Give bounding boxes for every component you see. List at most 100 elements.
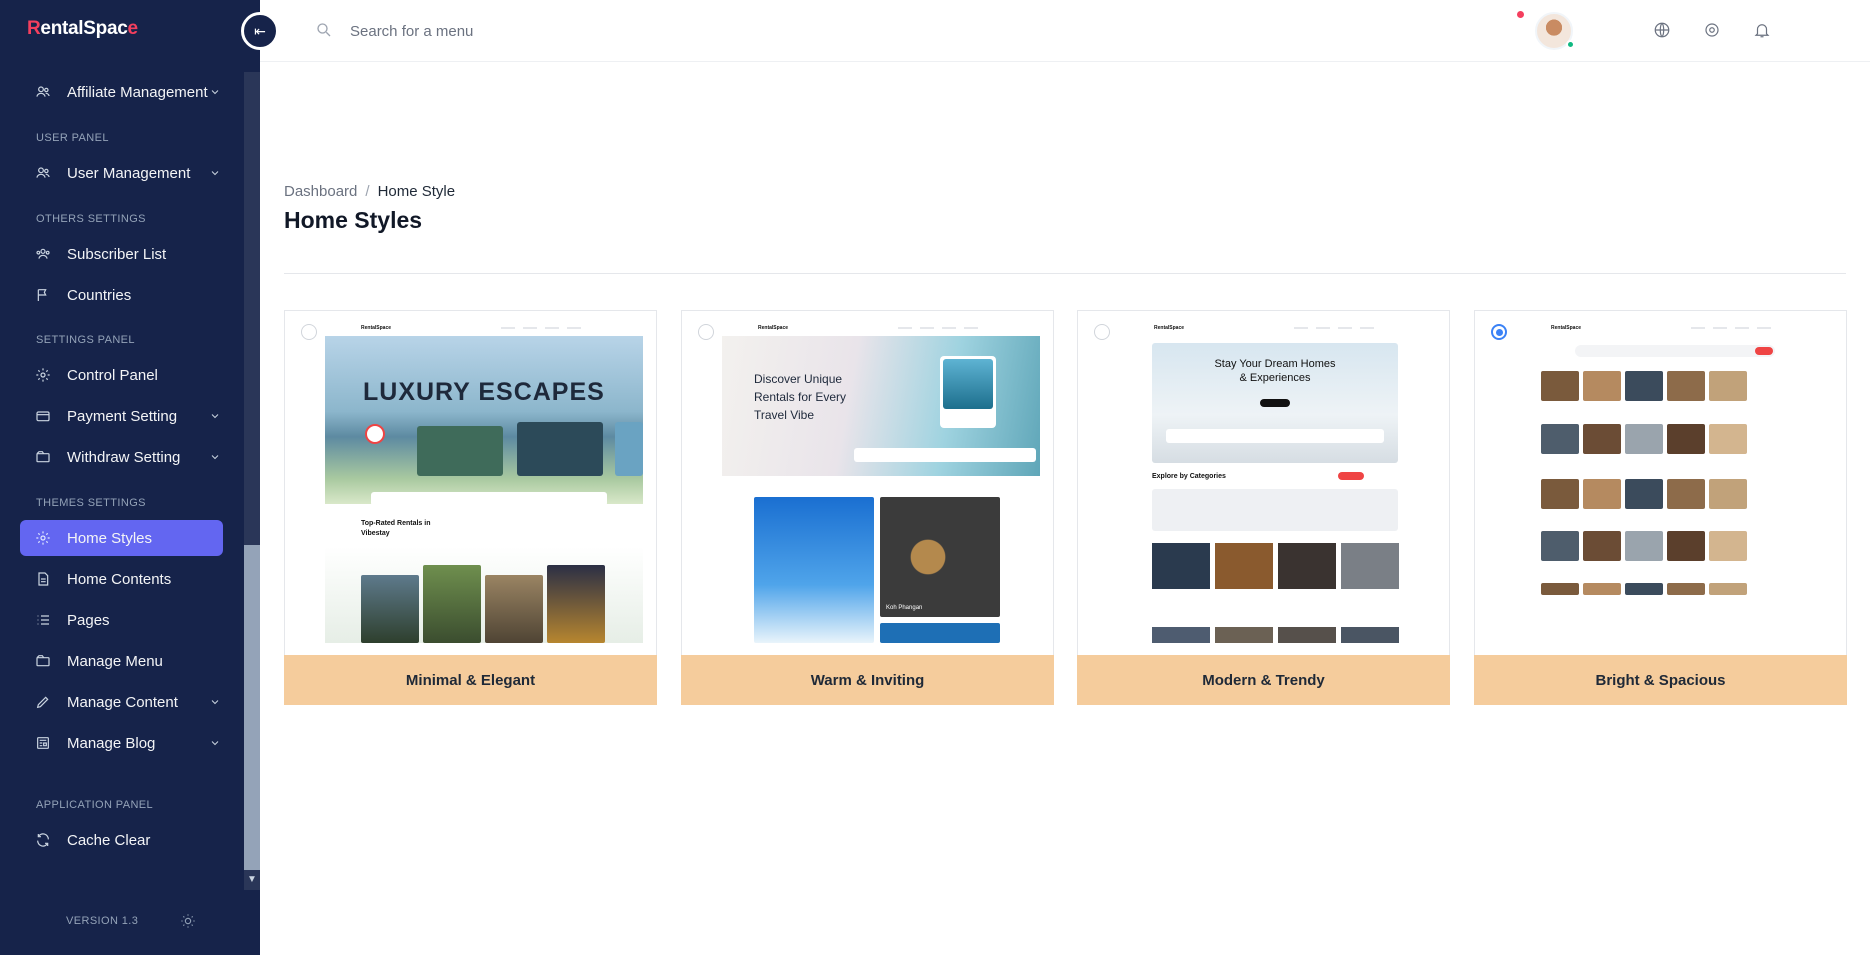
style-label: Bright & Spacious bbox=[1474, 655, 1847, 705]
preview-caption: Koh Phangan bbox=[886, 605, 923, 611]
home-style-card-modern-trendy[interactable]: RentalSpace Stay Your Dream Homes & Expe… bbox=[1077, 310, 1450, 705]
preview-section-title: Top-Rated Rentals in Vibestay bbox=[361, 520, 431, 537]
preview-navbar: RentalSpace bbox=[722, 321, 1040, 335]
chevron-down-icon bbox=[209, 166, 223, 180]
sidebar-scrollbar-thumb[interactable] bbox=[244, 545, 260, 870]
preview-thumbnail bbox=[1667, 424, 1705, 454]
breadcrumb: Dashboard / Home Style bbox=[284, 183, 455, 200]
search-input[interactable] bbox=[350, 18, 750, 44]
page-title: Home Styles bbox=[284, 207, 423, 233]
sidebar-item-withdraw-setting[interactable]: Withdraw Setting bbox=[20, 439, 223, 475]
sidebar-item-label: Affiliate Management bbox=[67, 83, 208, 101]
sidebar-item-home-styles[interactable]: Home Styles bbox=[20, 520, 223, 556]
sidebar-item-label: Countries bbox=[67, 286, 132, 304]
sidebar-item-label: Withdraw Setting bbox=[67, 448, 181, 466]
sidebar-item-label: Home Styles bbox=[67, 529, 153, 547]
preview-navbar: RentalSpace bbox=[1515, 321, 1833, 335]
preview-thumbnail bbox=[1583, 583, 1621, 595]
sidebar-item-label: Cache Clear bbox=[67, 831, 151, 849]
preview-thumbnail bbox=[1625, 531, 1663, 561]
sidebar-item-manage-blog[interactable]: Manage Blog bbox=[20, 725, 223, 761]
bell-icon[interactable] bbox=[1753, 21, 1771, 39]
theme-toggle-sun-icon[interactable] bbox=[180, 913, 196, 929]
preview-thumbnail bbox=[1583, 479, 1621, 509]
preview-thumbnail bbox=[1709, 531, 1747, 561]
globe-icon[interactable] bbox=[1653, 21, 1671, 39]
sidebar-item-label: Manage Content bbox=[67, 693, 178, 711]
preview-thumbnail bbox=[1667, 479, 1705, 509]
sidebar-item-pages[interactable]: Pages bbox=[20, 602, 223, 638]
flag-icon bbox=[34, 286, 52, 304]
preview-hero: LUXURY ESCAPES bbox=[325, 336, 643, 506]
divider bbox=[284, 273, 1846, 274]
preview-thumbnail bbox=[1709, 479, 1747, 509]
style-radio-selected[interactable] bbox=[1491, 324, 1507, 340]
preview-thumbnail bbox=[1625, 479, 1663, 509]
style-label: Minimal & Elegant bbox=[284, 655, 657, 705]
home-style-card-minimal-elegant[interactable]: RentalSpace LUXURY ESCAPES Top-Rated Ren… bbox=[284, 310, 657, 705]
chevron-down-icon bbox=[209, 736, 223, 750]
style-radio[interactable] bbox=[301, 324, 317, 340]
preview-thumbnail bbox=[1541, 424, 1579, 454]
chevron-down-icon bbox=[209, 450, 223, 464]
preview-logo: RentalSpace bbox=[361, 325, 392, 331]
preview-logo: RentalSpace bbox=[1551, 325, 1582, 331]
preview-section-title: Explore by Categories bbox=[1152, 473, 1226, 480]
sidebar-item-label: Payment Setting bbox=[67, 407, 178, 425]
section-label-others-settings: OTHERS SETTINGS bbox=[36, 213, 146, 225]
preview-thumbnail bbox=[1541, 583, 1579, 595]
sidebar-item-affiliate-management[interactable]: Affiliate Management bbox=[20, 74, 223, 110]
sidebar-item-manage-content[interactable]: Manage Content bbox=[20, 684, 223, 720]
preview-logo: RentalSpace bbox=[758, 325, 789, 331]
sidebar-item-label: Pages bbox=[67, 611, 110, 629]
gear-icon bbox=[34, 529, 52, 547]
preview-thumbnail bbox=[1709, 424, 1747, 454]
app-logo[interactable]: RentalSpace bbox=[27, 18, 138, 40]
sidebar-item-label: Subscriber List bbox=[67, 245, 167, 263]
home-style-card-bright-spacious[interactable]: RentalSpace Bright & Spacious bbox=[1474, 310, 1847, 705]
preview-thumbnail bbox=[1709, 583, 1747, 595]
preview-thumbnail bbox=[1583, 424, 1621, 454]
preview-thumbnail bbox=[1541, 531, 1579, 561]
style-radio[interactable] bbox=[1094, 324, 1110, 340]
chevron-down-icon bbox=[209, 695, 223, 709]
section-label-user-panel: USER PANEL bbox=[36, 132, 109, 144]
gear-icon[interactable] bbox=[1703, 21, 1721, 39]
style-label: Warm & Inviting bbox=[681, 655, 1054, 705]
style-preview-image: RentalSpace Discover Unique Rentals for … bbox=[722, 321, 1040, 643]
breadcrumb-dashboard-link[interactable]: Dashboard bbox=[284, 183, 357, 200]
style-label: Modern & Trendy bbox=[1077, 655, 1450, 705]
home-style-card-warm-inviting[interactable]: RentalSpace Discover Unique Rentals for … bbox=[681, 310, 1054, 705]
preview-navbar: RentalSpace bbox=[1118, 321, 1436, 335]
style-preview-image: RentalSpace bbox=[1515, 321, 1833, 643]
sidebar-item-label: Manage Menu bbox=[67, 652, 163, 670]
document-icon bbox=[34, 570, 52, 588]
style-radio[interactable] bbox=[698, 324, 714, 340]
scroll-down-icon[interactable]: ▼ bbox=[244, 872, 260, 888]
chevron-down-icon bbox=[209, 409, 223, 423]
search-icon bbox=[315, 21, 333, 39]
sidebar-item-home-contents[interactable]: Home Contents bbox=[20, 561, 223, 597]
sidebar-item-manage-menu[interactable]: Manage Menu bbox=[20, 643, 223, 679]
sidebar-item-countries[interactable]: Countries bbox=[20, 277, 223, 313]
section-label-application-panel: APPLICATION PANEL bbox=[36, 799, 154, 811]
preview-thumbnail bbox=[1709, 371, 1747, 401]
folder-icon bbox=[34, 652, 52, 670]
users-icon bbox=[34, 83, 52, 101]
breadcrumb-current: Home Style bbox=[377, 183, 456, 200]
sidebar-item-subscriber-list[interactable]: Subscriber List bbox=[20, 236, 223, 272]
top-header bbox=[260, 0, 1870, 62]
preview-hero: Stay Your Dream Homes & Experiences bbox=[1152, 343, 1398, 463]
gear-icon bbox=[34, 366, 52, 384]
sidebar-item-payment-setting[interactable]: Payment Setting bbox=[20, 398, 223, 434]
preview-thumbnail bbox=[1667, 531, 1705, 561]
sidebar-collapse-button[interactable]: ⇤ bbox=[241, 12, 279, 50]
newspaper-icon bbox=[34, 734, 52, 752]
sidebar-item-control-panel[interactable]: Control Panel bbox=[20, 357, 223, 393]
sidebar-item-user-management[interactable]: User Management bbox=[20, 155, 223, 191]
preview-thumbnail bbox=[1541, 371, 1579, 401]
collapse-icon: ⇤ bbox=[254, 22, 266, 39]
preview-thumbnail bbox=[1541, 479, 1579, 509]
preview-thumbnail bbox=[1625, 583, 1663, 595]
sidebar-item-cache-clear[interactable]: Cache Clear bbox=[20, 822, 223, 858]
